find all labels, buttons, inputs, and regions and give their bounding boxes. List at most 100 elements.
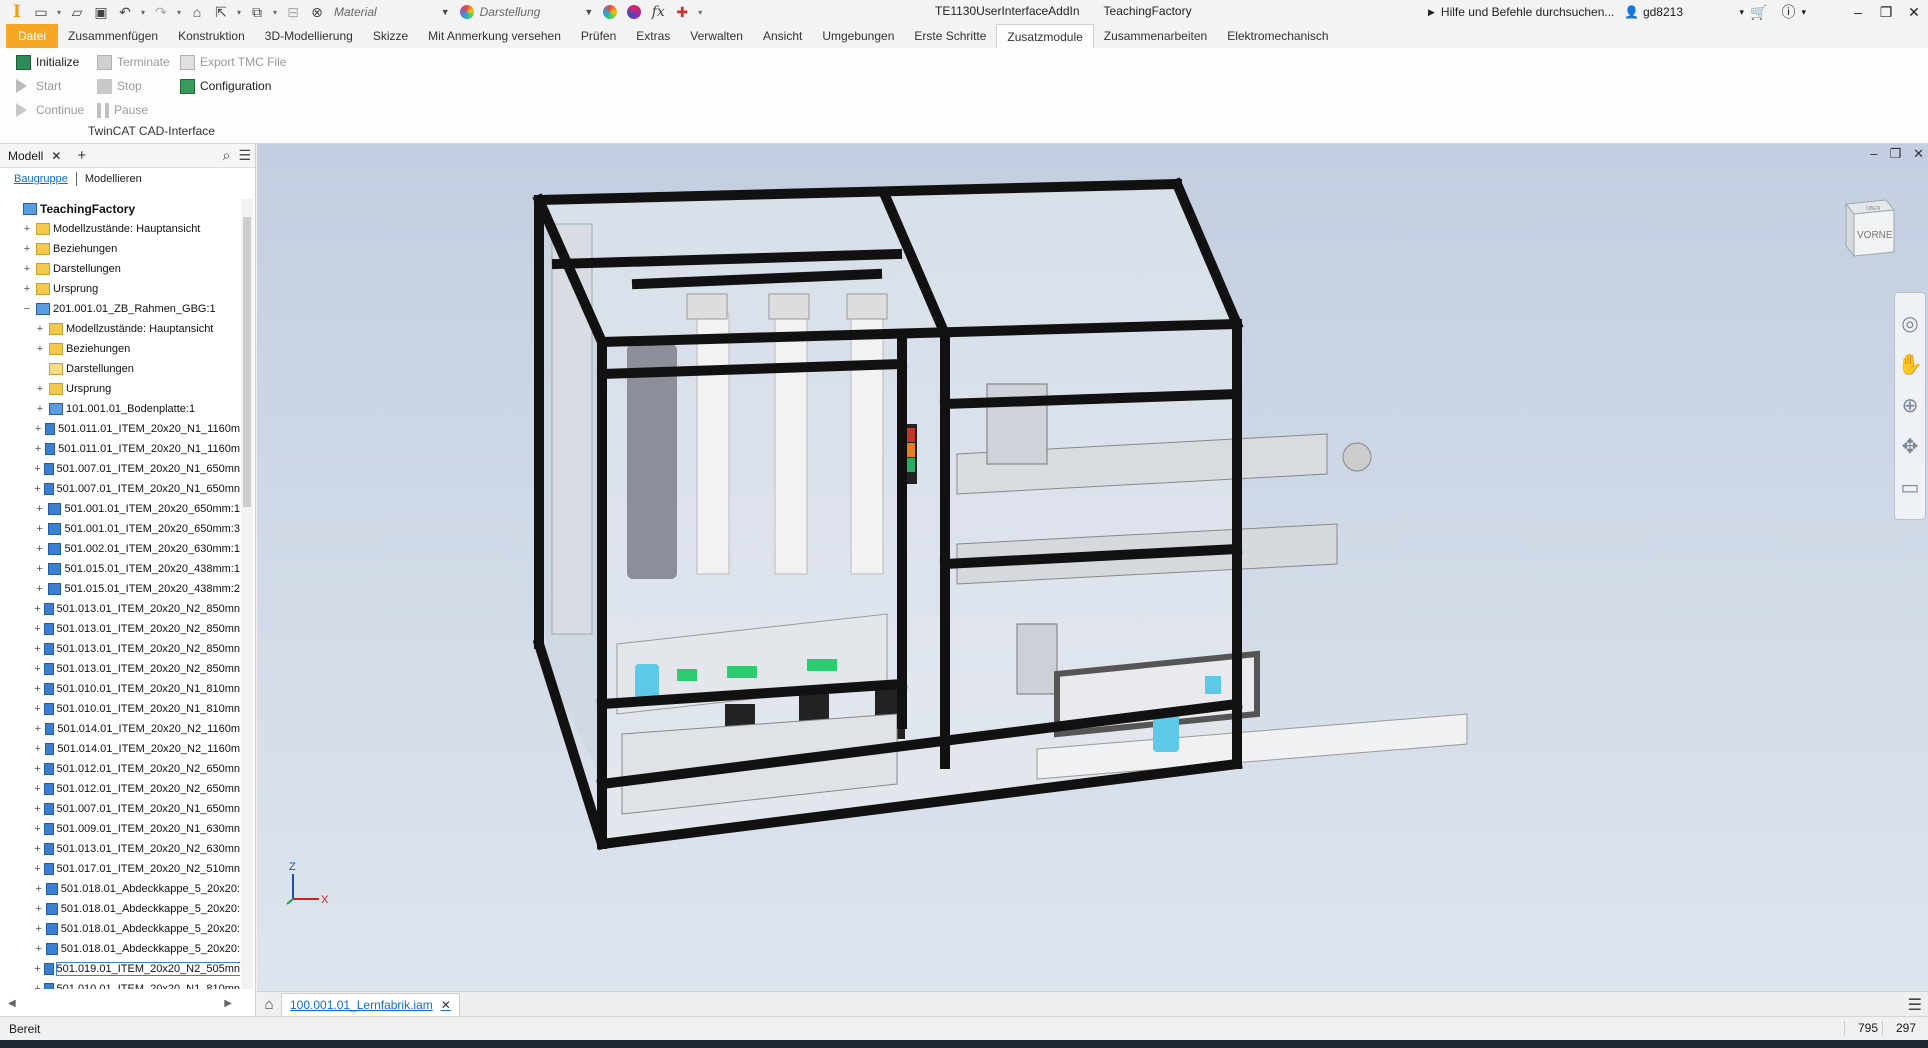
tree-row[interactable]: +501.002.01_ITEM_20x20_630mm:1: [0, 539, 240, 559]
tree-row[interactable]: TeachingFactory: [0, 199, 240, 219]
tree-row[interactable]: +501.010.01_ITEM_20x20_N1_810mn: [0, 679, 240, 699]
expand-icon[interactable]: +: [34, 843, 41, 855]
tree-row[interactable]: +501.018.01_Abdeckkappe_5_20x20:: [0, 939, 240, 959]
expand-icon[interactable]: +: [34, 543, 45, 555]
expand-icon[interactable]: +: [34, 583, 45, 595]
collapse-icon[interactable]: −: [21, 303, 33, 315]
viewcube[interactable]: OBEN VORNE: [1838, 194, 1898, 264]
open-folder-icon[interactable]: ▱: [66, 2, 88, 22]
tree-row[interactable]: +501.001.01_ITEM_20x20_650mm:1: [0, 499, 240, 519]
cart-icon[interactable]: 🛒: [1750, 4, 1767, 21]
tree-row[interactable]: +501.010.01_ITEM_20x20_N1_810mn: [0, 699, 240, 719]
scrollbar-thumb[interactable]: [243, 217, 251, 507]
expand-icon[interactable]: +: [34, 483, 41, 495]
redo-dropdown-icon[interactable]: ▾: [174, 2, 184, 22]
expand-icon[interactable]: +: [34, 663, 41, 675]
subtab-assembly[interactable]: Baugruppe: [14, 173, 68, 185]
tree-row[interactable]: +101.001.01_Bodenplatte:1: [0, 399, 240, 419]
3d-viewport[interactable]: – ❐ ✕ Z X OBEN VORNE ◎ ✋ ⊕ ✥ ▭: [257, 144, 1928, 991]
close-icon[interactable]: ✕: [441, 998, 451, 1012]
expand-icon[interactable]: +: [21, 243, 33, 255]
pan-icon[interactable]: ✋: [1898, 352, 1923, 377]
tab-item[interactable]: Extras: [626, 24, 680, 48]
tab-item[interactable]: Verwalten: [680, 24, 753, 48]
help-dropdown-icon[interactable]: ▾: [1801, 7, 1806, 18]
expand-icon[interactable]: +: [21, 223, 33, 235]
add-icon[interactable]: ✚: [671, 2, 693, 22]
tree-row[interactable]: +501.013.01_ITEM_20x20_N2_850mn: [0, 599, 240, 619]
expand-icon[interactable]: +: [34, 523, 45, 535]
tab-item[interactable]: Ansicht: [753, 24, 812, 48]
tree-row[interactable]: + Ursprung: [0, 379, 240, 399]
expand-icon[interactable]: +: [34, 783, 41, 795]
tree-row[interactable]: +501.014.01_ITEM_20x20_N2_1160m: [0, 739, 240, 759]
tree-row[interactable]: +501.007.01_ITEM_20x20_N1_650mn: [0, 799, 240, 819]
tab-file[interactable]: Datei: [6, 24, 59, 48]
tree-scrollbar[interactable]: [241, 199, 253, 989]
home-icon[interactable]: ⌂: [257, 996, 281, 1013]
adjust-appearance-icon[interactable]: [599, 2, 621, 22]
measure-icon[interactable]: ⊟: [282, 2, 304, 22]
tab-item[interactable]: Erste Schritte: [904, 24, 996, 48]
tab-item[interactable]: Zusammenfügen: [58, 24, 168, 48]
help-icon[interactable]: ⓘ: [1781, 2, 1795, 22]
expand-icon[interactable]: +: [34, 703, 41, 715]
doc-tab-lernfabrik[interactable]: 100.001.01_Lernfabrik.iam ✕: [281, 992, 460, 1016]
update-icon[interactable]: ⧉: [246, 2, 268, 22]
expand-icon[interactable]: +: [34, 623, 41, 635]
tree-row[interactable]: + Darstellungen: [0, 259, 240, 279]
help-search-box[interactable]: ▶ Hilfe und Befehle durchsuchen...: [1428, 5, 1618, 19]
menu-icon[interactable]: ☰: [238, 147, 251, 164]
expand-icon[interactable]: +: [21, 263, 33, 275]
clear-appearance-icon[interactable]: [623, 2, 645, 22]
stop-button[interactable]: Stop: [97, 76, 142, 96]
initialize-button[interactable]: Initialize: [16, 52, 79, 72]
tree-row[interactable]: +501.009.01_ITEM_20x20_N1_630mn: [0, 819, 240, 839]
tree-row[interactable]: +501.018.01_Abdeckkappe_5_20x20:: [0, 899, 240, 919]
expand-icon[interactable]: +: [34, 603, 41, 615]
fx-parameters-icon[interactable]: fx: [647, 2, 669, 22]
redo-icon[interactable]: ↷: [150, 2, 172, 22]
tree-row[interactable]: +501.011.01_ITEM_20x20_N1_1160m: [0, 439, 240, 459]
tab-item[interactable]: Mit Anmerkung versehen: [418, 24, 571, 48]
tree-row[interactable]: + Beziehungen: [0, 239, 240, 259]
customize-dropdown-icon[interactable]: ▾: [695, 2, 705, 22]
add-browser-icon[interactable]: +: [77, 147, 86, 164]
tree-row[interactable]: + Beziehungen: [0, 339, 240, 359]
expand-icon[interactable]: +: [21, 283, 33, 295]
select-dropdown-icon[interactable]: ▾: [234, 2, 244, 22]
tab-item[interactable]: Skizze: [363, 24, 418, 48]
assembly-model[interactable]: Z X: [257, 144, 1928, 991]
save-icon[interactable]: ▣: [90, 2, 112, 22]
expand-icon[interactable]: +: [34, 943, 43, 955]
tree-row[interactable]: +501.011.01_ITEM_20x20_N1_1160m: [0, 419, 240, 439]
model-tab[interactable]: Modell ✕: [8, 149, 69, 163]
close-icon[interactable]: ✕: [51, 149, 61, 163]
configuration-button[interactable]: Configuration: [180, 76, 271, 96]
scroll-left-icon[interactable]: ◀: [8, 998, 16, 1009]
search-icon[interactable]: ⌕: [223, 147, 231, 164]
tree-row[interactable]: +501.018.01_Abdeckkappe_5_20x20:: [0, 919, 240, 939]
tree-row[interactable]: +501.013.01_ITEM_20x20_N2_630mn: [0, 839, 240, 859]
expand-icon[interactable]: +: [34, 963, 41, 975]
tree-row[interactable]: +501.014.01_ITEM_20x20_N2_1160m: [0, 719, 240, 739]
tree-row[interactable]: +501.015.01_ITEM_20x20_438mm:1: [0, 559, 240, 579]
expand-icon[interactable]: +: [34, 463, 41, 475]
user-account[interactable]: 👤 gd8213 ▾: [1624, 5, 1744, 19]
start-button[interactable]: Start: [16, 76, 61, 96]
new-dropdown-icon[interactable]: ▾: [54, 2, 64, 22]
export-tmc-button[interactable]: Export TMC File: [180, 52, 286, 72]
update-dropdown-icon[interactable]: ▾: [270, 2, 280, 22]
select-filter-icon[interactable]: ⇱: [210, 2, 232, 22]
tree-row[interactable]: Darstellungen: [0, 359, 240, 379]
tree-row[interactable]: +501.010.01_ITEM_20x20_N1_810mn: [0, 979, 240, 989]
expand-icon[interactable]: +: [34, 563, 45, 575]
inventor-logo-icon[interactable]: I: [6, 2, 28, 22]
tab-item[interactable]: 3D-Modellierung: [255, 24, 363, 48]
orbit-icon[interactable]: ✥: [1902, 434, 1919, 459]
tree-row[interactable]: + Ursprung: [0, 279, 240, 299]
tree-row[interactable]: +501.001.01_ITEM_20x20_650mm:3: [0, 519, 240, 539]
tree-row[interactable]: − 201.001.01_ZB_Rahmen_GBG:1: [0, 299, 240, 319]
expand-icon[interactable]: +: [34, 923, 43, 935]
pause-button[interactable]: Pause: [97, 100, 148, 120]
